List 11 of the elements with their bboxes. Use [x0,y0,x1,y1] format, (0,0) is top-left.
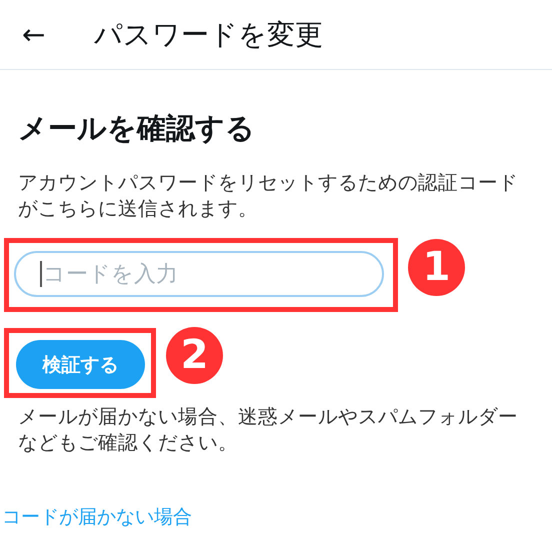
back-button[interactable]: ← [22,20,78,48]
text-cursor [40,261,42,287]
verify-button[interactable]: 検証する [16,340,145,389]
section-heading: メールを確認する [18,110,256,146]
description-text: アカウントパスワードをリセットするための認証コードがこちらに送信されます。 [18,170,519,222]
step-badge: 2 [166,326,223,384]
page-title: パスワードを変更 [94,16,323,52]
note-text: メールが届かない場合、迷惑メールやスパムフォルダーなどもご確認ください。 [18,404,519,456]
step-badge: 1 [408,238,465,296]
code-input-field[interactable]: コードを入力 [14,251,384,297]
code-not-received-link[interactable]: コードが届かない場合 [2,504,192,530]
